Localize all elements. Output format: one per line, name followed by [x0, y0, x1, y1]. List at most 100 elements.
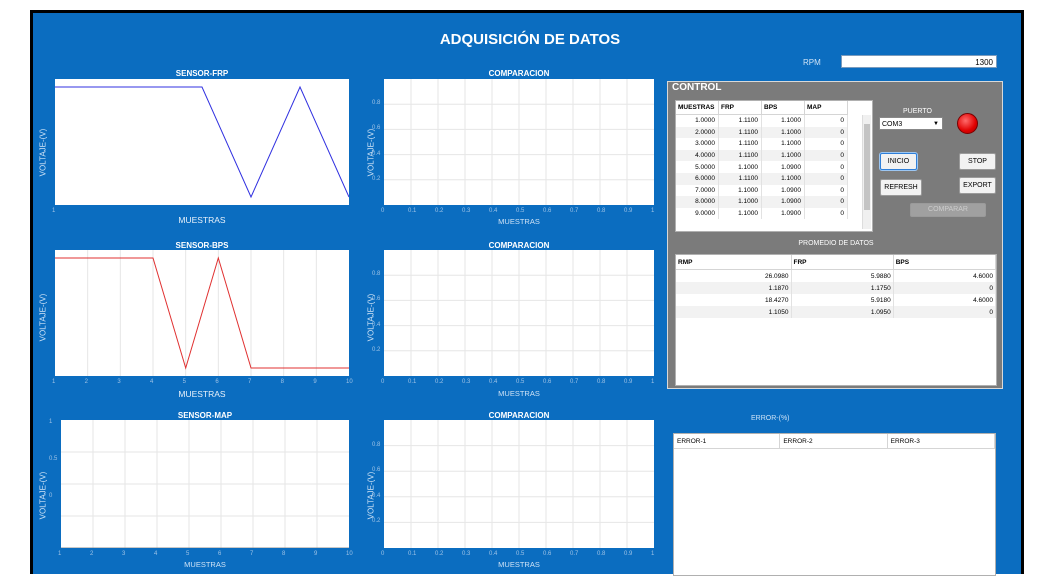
y-tick-label: 0.4: [372, 321, 381, 328]
data-table-cell[interactable]: 3.0000: [676, 138, 719, 150]
promedio-cell[interactable]: 4.6000: [893, 269, 997, 282]
data-table-row[interactable]: 6.0000 1.1100 1.1000 0: [676, 172, 848, 185]
ax-comp2-svg: [384, 250, 654, 376]
data-table-cell[interactable]: 1.1100: [718, 138, 762, 150]
data-table-cell[interactable]: 1.1000: [761, 126, 805, 139]
data-table-cell[interactable]: 0: [804, 126, 848, 139]
promedio-grid: RMP FRP BPS 26.0980 5.9880 4.6000 1.1870 1.175…: [676, 255, 997, 318]
x-tick-label: 0: [381, 208, 385, 214]
data-table-row[interactable]: 1.0000 1.1100 1.1000 0: [676, 114, 848, 127]
y-tick-label: 0.2: [372, 175, 381, 182]
data-table-row[interactable]: 7.0000 1.1000 1.0900 0: [676, 184, 848, 197]
data-table[interactable]: MUESTRAS FRP BPS MAP 1.0000 1.1100 1.1000 0 2.0…: [675, 100, 873, 232]
promedio-cell[interactable]: 18.4270: [676, 294, 792, 306]
promedio-cell[interactable]: 5.9880: [791, 269, 894, 282]
data-table-cell[interactable]: 1.1000: [761, 114, 805, 127]
promedio-row[interactable]: 26.0980 5.9880 4.6000: [676, 269, 997, 282]
data-table-cell[interactable]: 1.1100: [718, 149, 762, 162]
promedio-row[interactable]: 1.1870 1.1750 0: [676, 282, 997, 294]
data-table-cell[interactable]: 1.0900: [761, 184, 805, 197]
data-table-row[interactable]: 8.0000 1.1000 1.0900 0: [676, 196, 848, 208]
data-table-cell[interactable]: 7.0000: [676, 184, 719, 197]
x-tick-label: 0.5: [516, 379, 525, 385]
x-tick-label: 0.9: [624, 208, 633, 214]
x-tick-label: 6: [218, 551, 222, 557]
stop-button[interactable]: STOP: [959, 153, 996, 170]
data-table-cell[interactable]: 0: [804, 196, 848, 208]
data-table-cell[interactable]: 1.0900: [761, 161, 805, 173]
data-table-row[interactable]: 2.0000 1.1100 1.1000 0: [676, 126, 848, 139]
data-table-cell[interactable]: 1.0000: [676, 114, 719, 127]
plot-title-comp3: COMPARACION: [488, 411, 550, 420]
table-scrollbar[interactable]: [862, 115, 871, 229]
ylabel-bps: VOLTAJE-(V): [38, 293, 48, 342]
data-table-cell[interactable]: 2.0000: [676, 126, 719, 139]
data-table-cell[interactable]: 0: [804, 172, 848, 185]
promedio-cell[interactable]: 5.9180: [791, 294, 894, 306]
data-table-cell[interactable]: 1.1000: [718, 207, 762, 220]
data-table-cell[interactable]: 8.0000: [676, 196, 719, 208]
scrollbar-thumb[interactable]: [864, 124, 870, 210]
data-table-cell[interactable]: 1.1000: [761, 172, 805, 185]
data-table-cell[interactable]: 9.0000: [676, 207, 719, 220]
data-table-cell[interactable]: 0: [804, 149, 848, 162]
x-tick-label: 0.3: [462, 551, 471, 557]
data-table-cell[interactable]: 4.0000: [676, 149, 719, 162]
ax-comp3-svg: [384, 420, 654, 548]
refresh-button[interactable]: REFRESH: [880, 179, 922, 196]
promedio-cell[interactable]: 1.1870: [676, 282, 792, 294]
promedio-cell[interactable]: 26.0980: [676, 269, 792, 282]
data-table-cell[interactable]: 0: [804, 207, 848, 220]
data-table-row[interactable]: 4.0000 1.1100 1.1000 0: [676, 149, 848, 162]
x-tick-label: 2: [84, 379, 88, 385]
data-table-header-bps: BPS: [761, 101, 805, 115]
promedio-cell[interactable]: 0: [893, 282, 997, 294]
data-table-cell[interactable]: 0: [804, 114, 848, 127]
data-table-row[interactable]: 9.0000 1.1000 1.0900 0: [676, 207, 848, 220]
data-table-cell[interactable]: 0: [804, 184, 848, 197]
xlabel-comp2: MUESTRAS: [498, 389, 540, 398]
data-table-cell[interactable]: 1.1100: [718, 114, 762, 127]
error-header-error-3: ERROR-3: [887, 434, 996, 449]
promedio-cell[interactable]: 1.0950: [791, 306, 894, 318]
x-tick-label: 0.6: [543, 379, 552, 385]
export-button[interactable]: EXPORT: [959, 177, 996, 194]
data-table-row[interactable]: 5.0000 1.1000 1.0900 0: [676, 161, 848, 173]
data-table-cell[interactable]: 0: [804, 138, 848, 150]
y-tick-label: 0.8: [372, 100, 381, 107]
promedio-row[interactable]: 18.4270 5.9180 4.6000: [676, 294, 997, 306]
data-table-cell[interactable]: 0: [804, 161, 848, 173]
data-table-cell[interactable]: 1.1100: [718, 126, 762, 139]
promedio-row[interactable]: 1.1050 1.0950 0: [676, 306, 997, 318]
x-tick-label: 0.9: [624, 379, 633, 385]
data-table-row[interactable]: 3.0000 1.1100 1.1000 0: [676, 138, 848, 150]
data-table-cell[interactable]: 5.0000: [676, 161, 719, 173]
x-tick-label: 0.7: [570, 551, 579, 557]
promedio-cell[interactable]: 1.1050: [676, 306, 792, 318]
error-table[interactable]: ERROR-1 ERROR-2 ERROR-3: [673, 433, 996, 576]
comparar-button[interactable]: COMPARAR: [910, 203, 986, 217]
promedio-cell[interactable]: 1.1750: [791, 282, 894, 294]
data-table-cell[interactable]: 1.0900: [761, 196, 805, 208]
data-table-cell[interactable]: 1.0900: [761, 207, 805, 220]
data-table-cell[interactable]: 6.0000: [676, 172, 719, 185]
promedio-table[interactable]: RMP FRP BPS 26.0980 5.9880 4.6000 1.1870 1.175…: [675, 254, 997, 386]
data-table-cell[interactable]: 1.1000: [761, 149, 805, 162]
data-table-cell[interactable]: 1.1000: [718, 161, 762, 173]
data-table-cell[interactable]: 1.1000: [761, 138, 805, 150]
data-table-cell[interactable]: 1.1100: [718, 172, 762, 185]
data-table-cell[interactable]: 1.1000: [718, 196, 762, 208]
inicio-button[interactable]: INICIO: [880, 153, 917, 170]
promedio-cell[interactable]: 0: [893, 306, 997, 318]
rpm-field[interactable]: 1300: [841, 55, 997, 68]
control-panel: CONTROL MUESTRAS FRP BPS MAP 1.0000 1.1100 1.…: [667, 81, 1003, 389]
promedio-cell[interactable]: 4.6000: [893, 294, 997, 306]
x-tick-label: 1: [651, 379, 655, 385]
x-tick-label: 0: [381, 379, 385, 385]
data-table-cell[interactable]: 1.1000: [718, 184, 762, 197]
plot-map: [61, 420, 349, 548]
control-title: CONTROL: [672, 82, 722, 93]
puerto-select[interactable]: COM3 ▼: [879, 117, 943, 130]
promedio-header-frp: FRP: [791, 255, 894, 270]
x-tick-label: 3: [117, 379, 121, 385]
